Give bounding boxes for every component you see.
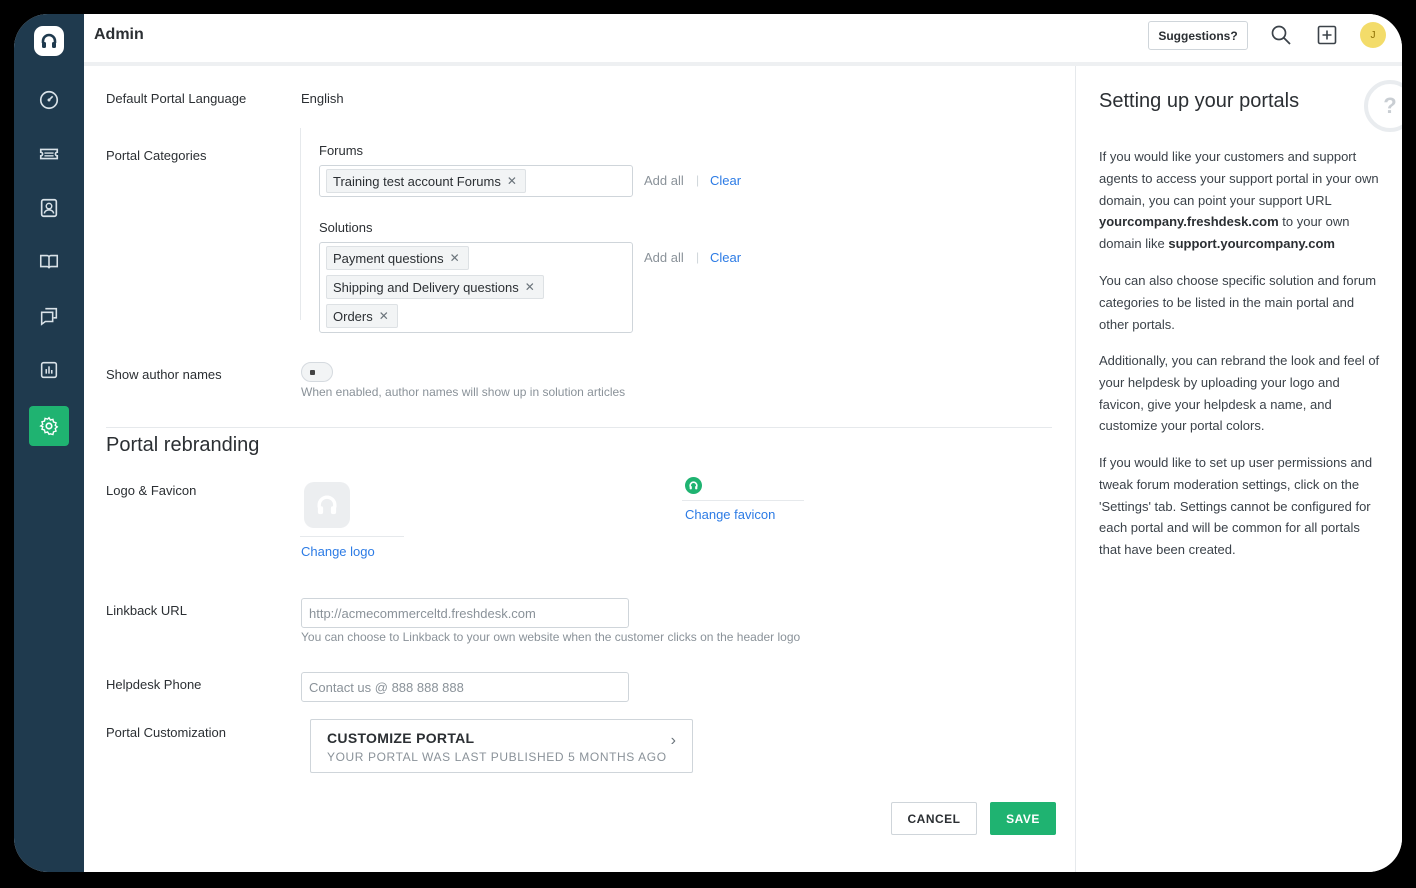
solution-tag[interactable]: Payment questions ✕: [326, 246, 469, 270]
solutions-clear-link[interactable]: Clear: [710, 250, 741, 265]
help-paragraph: Additionally, you can rebrand the look a…: [1099, 353, 1380, 434]
default-language-label: Default Portal Language: [106, 91, 247, 106]
contact-icon[interactable]: [29, 188, 69, 228]
chevron-right-icon: ›: [670, 732, 676, 749]
help-paragraph: You can also choose specific solution an…: [1099, 273, 1377, 332]
help-paragraph: If you would like your customers and sup…: [1099, 149, 1379, 252]
forums-tag-input[interactable]: Training test account Forums ✕: [319, 165, 633, 197]
helpdesk-phone-input[interactable]: [301, 672, 629, 702]
default-language-value: English: [301, 91, 344, 106]
book-icon[interactable]: [29, 242, 69, 282]
solution-tag[interactable]: Orders ✕: [326, 304, 398, 328]
discussion-icon[interactable]: [29, 296, 69, 336]
sidebar: [14, 14, 84, 872]
logo-underline: [300, 536, 404, 537]
remove-tag-icon[interactable]: ✕: [525, 280, 535, 294]
app-window: Admin Suggestions? J Default Portal Lang…: [14, 14, 1402, 872]
toggle-knob: [310, 370, 315, 375]
freshdesk-logo-icon[interactable]: [34, 26, 64, 56]
separator: |: [696, 250, 700, 264]
linkback-url-input[interactable]: [301, 598, 629, 628]
forums-label: Forums: [319, 143, 364, 158]
show-author-label: Show author names: [106, 367, 222, 382]
customize-portal-title: CUSTOMIZE PORTAL: [327, 730, 475, 746]
show-author-toggle[interactable]: [301, 362, 333, 382]
cancel-button[interactable]: CANCEL: [891, 802, 977, 835]
helpdesk-phone-label: Helpdesk Phone: [106, 677, 202, 692]
logo-preview: [304, 482, 350, 528]
forums-clear-link[interactable]: Clear: [710, 173, 741, 188]
linkback-label: Linkback URL: [106, 603, 187, 618]
portal-customization-label: Portal Customization: [106, 725, 226, 740]
categories-divider: [300, 128, 301, 320]
gear-icon[interactable]: [29, 406, 69, 446]
help-panel-title: Setting up your portals: [1099, 90, 1300, 112]
portal-settings-form: Default Portal Language English Portal C…: [84, 66, 1074, 872]
headset-icon: [689, 481, 698, 490]
ticket-icon[interactable]: [29, 134, 69, 174]
remove-tag-icon[interactable]: ✕: [450, 251, 460, 265]
page-title: Admin: [94, 26, 144, 43]
remove-tag-icon[interactable]: ✕: [507, 174, 517, 188]
solutions-label: Solutions: [319, 220, 373, 235]
forums-add-all-link[interactable]: Add all: [644, 173, 684, 188]
remove-tag-icon[interactable]: ✕: [379, 309, 389, 323]
favicon-preview: [685, 477, 702, 494]
show-author-help: When enabled, author names will show up …: [301, 385, 626, 399]
headset-icon: [317, 495, 337, 515]
gauge-icon[interactable]: [29, 80, 69, 120]
section-divider: [106, 427, 1052, 428]
portal-categories-label: Portal Categories: [106, 148, 207, 163]
favicon-underline: [682, 500, 804, 501]
suggestions-button[interactable]: Suggestions?: [1148, 21, 1248, 50]
customize-portal-subtitle: YOUR PORTAL WAS LAST PUBLISHED 5 MONTHS …: [327, 750, 667, 764]
forum-tag[interactable]: Training test account Forums ✕: [326, 169, 526, 193]
separator: |: [696, 173, 700, 187]
change-favicon-link[interactable]: Change favicon: [685, 507, 775, 522]
help-question-icon[interactable]: ?: [1364, 80, 1402, 132]
avatar[interactable]: J: [1360, 22, 1386, 48]
customize-portal-card[interactable]: CUSTOMIZE PORTAL YOUR PORTAL WAS LAST PU…: [310, 719, 693, 773]
help-panel: Setting up your portals ? If you would l…: [1075, 66, 1402, 872]
solutions-add-all-link[interactable]: Add all: [644, 250, 684, 265]
search-icon[interactable]: [1270, 24, 1292, 46]
linkback-help: You can choose to Linkback to your own w…: [301, 630, 801, 644]
save-button[interactable]: SAVE: [990, 802, 1056, 835]
top-bar: Admin Suggestions? J: [84, 14, 1402, 66]
help-paragraph: If you would like to set up user permiss…: [1099, 455, 1373, 558]
logo-favicon-label: Logo & Favicon: [106, 483, 197, 498]
chart-icon[interactable]: [29, 350, 69, 390]
change-logo-link[interactable]: Change logo: [301, 544, 375, 559]
rebranding-title: Portal rebranding: [106, 434, 260, 456]
add-new-icon[interactable]: [1316, 24, 1338, 46]
solutions-tag-input[interactable]: Payment questions ✕ Shipping and Deliver…: [319, 242, 633, 333]
solution-tag[interactable]: Shipping and Delivery questions ✕: [326, 275, 544, 299]
